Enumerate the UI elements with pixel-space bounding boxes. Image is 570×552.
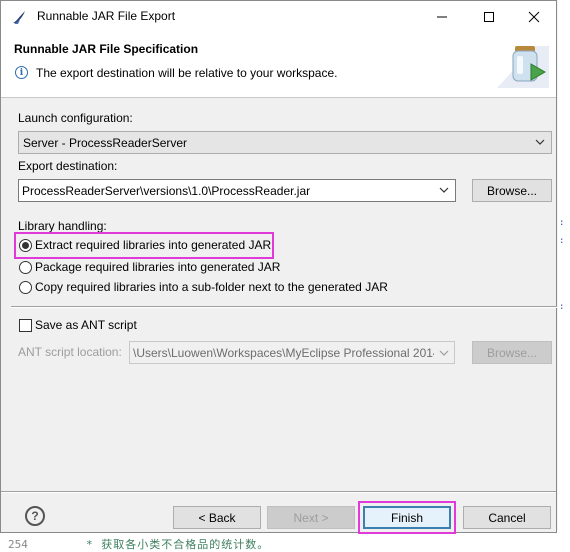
maximize-icon[interactable]	[466, 1, 512, 32]
cancel-button[interactable]: Cancel	[463, 506, 551, 529]
extract-libraries-label[interactable]: Extract required libraries into generate…	[35, 238, 271, 252]
wizard-banner: Runnable JAR File Specification i The ex…	[1, 32, 556, 98]
chevron-down-icon	[535, 139, 545, 145]
background-editor-right-edge: : : :	[558, 0, 570, 550]
chevron-down-icon	[439, 187, 449, 193]
info-icon: i	[15, 66, 28, 79]
ant-script-location-value: \Users\Luowen\Workspaces\MyEclipse Profe…	[133, 346, 440, 360]
export-dialog: Runnable JAR File Export Runnable JAR Fi…	[0, 0, 557, 534]
jar-export-wizard-icon	[497, 46, 549, 88]
launch-configuration-value: Server - ProcessReaderServer	[23, 136, 188, 150]
ant-script-location-field: \Users\Luowen\Workspaces\MyEclipse Profe…	[129, 341, 455, 364]
chevron-down-icon	[434, 342, 454, 363]
banner-message: The export destination will be relative …	[36, 66, 338, 80]
next-button: Next >	[267, 506, 355, 529]
line-number: 254	[8, 538, 28, 551]
footer-separator	[1, 491, 556, 493]
library-handling-label: Library handling:	[18, 219, 107, 233]
ant-browse-button: Browse...	[472, 341, 552, 364]
help-icon[interactable]: ?	[25, 506, 45, 526]
launch-configuration-label: Launch configuration:	[18, 111, 133, 125]
save-ant-script-checkbox[interactable]	[19, 319, 32, 332]
extract-libraries-radio[interactable]	[19, 239, 32, 252]
browse-button[interactable]: Browse...	[472, 179, 552, 202]
back-button[interactable]: < Back	[173, 506, 261, 529]
copy-libraries-radio[interactable]	[19, 281, 32, 294]
minimize-icon[interactable]	[419, 1, 465, 32]
page-title: Runnable JAR File Specification	[14, 42, 199, 56]
copy-libraries-label[interactable]: Copy required libraries into a sub-folde…	[35, 280, 388, 294]
close-icon[interactable]	[511, 1, 557, 32]
eclipse-app-icon	[13, 11, 25, 24]
package-libraries-radio[interactable]	[19, 261, 32, 274]
export-destination-value: ProcessReaderServer\versions\1.0\Process…	[22, 184, 311, 198]
title-bar[interactable]: Runnable JAR File Export	[1, 1, 556, 32]
ant-script-location-label: ANT script location:	[18, 345, 122, 359]
launch-configuration-select[interactable]: Server - ProcessReaderServer	[18, 131, 552, 154]
background-editor-bottom: 254 * 获取各小类不合格品的统计数。	[0, 530, 570, 551]
export-destination-label: Export destination:	[18, 159, 118, 173]
finish-highlight	[358, 501, 456, 534]
save-ant-script-label[interactable]: Save as ANT script	[35, 318, 137, 332]
window-title: Runnable JAR File Export	[37, 9, 176, 23]
export-destination-field[interactable]: ProcessReaderServer\versions\1.0\Process…	[18, 179, 456, 202]
separator	[11, 306, 557, 308]
package-libraries-label[interactable]: Package required libraries into generate…	[35, 260, 280, 274]
